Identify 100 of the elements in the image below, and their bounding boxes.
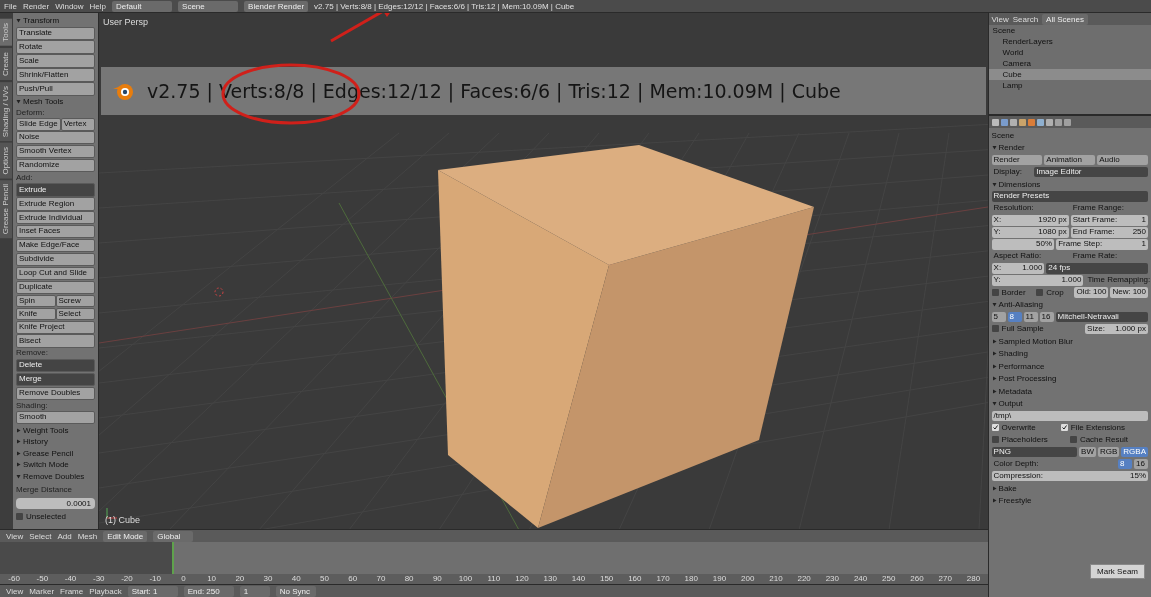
- toggle-button[interactable]: RGBA: [1121, 446, 1148, 457]
- tool-button[interactable]: Spin: [16, 294, 56, 307]
- outliner-item[interactable]: Camera: [988, 58, 1151, 69]
- start-field[interactable]: Start: 1: [127, 585, 178, 597]
- collapsed-triangle-icon[interactable]: [991, 338, 997, 344]
- number-field[interactable]: Compression: 15%: [991, 470, 1148, 481]
- tool-button[interactable]: Noise: [16, 131, 95, 145]
- number-field[interactable]: 0.0001: [16, 498, 95, 509]
- expanded-triangle-icon[interactable]: [16, 18, 21, 23]
- render-button[interactable]: Animation: [1044, 154, 1096, 165]
- tool-button[interactable]: Smooth: [16, 411, 95, 425]
- outliner-item[interactable]: Lamp: [988, 80, 1151, 91]
- tool-button[interactable]: Make Edge/Face: [16, 238, 95, 253]
- toggle-button[interactable]: 5: [991, 311, 1006, 322]
- tool-button[interactable]: Bisect: [16, 334, 95, 348]
- collapsed-triangle-icon[interactable]: [991, 485, 997, 491]
- toggle-button[interactable]: 11: [1023, 311, 1038, 322]
- panel-header[interactable]: Post Processing: [991, 373, 1148, 384]
- panel-header[interactable]: Weight Tools: [16, 424, 95, 436]
- panel-header[interactable]: Shading: [991, 348, 1148, 359]
- tool-button[interactable]: Inset Faces: [16, 224, 95, 239]
- panel-header[interactable]: Transform: [16, 15, 95, 26]
- tool-button[interactable]: Vertex: [60, 118, 95, 131]
- panel-header[interactable]: Switch Mode: [16, 459, 95, 471]
- outliner-item[interactable]: World: [988, 47, 1151, 58]
- panel-header[interactable]: Bake: [991, 482, 1148, 494]
- panel-header[interactable]: Freestyle: [991, 495, 1148, 506]
- expanded-triangle-icon[interactable]: [991, 401, 997, 406]
- end-field[interactable]: End: 250: [183, 585, 234, 597]
- number-field[interactable]: Y: 1080 px: [991, 227, 1069, 238]
- panel-header[interactable]: Render: [991, 142, 1148, 153]
- select-field[interactable]: PNG: [991, 446, 1078, 457]
- number-field[interactable]: Frame Step: 1: [1056, 239, 1148, 250]
- tool-button[interactable]: Duplicate: [16, 280, 95, 294]
- tool-button[interactable]: Shrink/Flatten: [16, 68, 95, 82]
- panel-header[interactable]: Performance: [991, 360, 1148, 372]
- tool-button[interactable]: Randomize: [16, 158, 95, 173]
- menu-item[interactable]: Window: [55, 1, 84, 11]
- expanded-triangle-icon[interactable]: [16, 474, 21, 479]
- cube-drawing[interactable]: [438, 145, 814, 528]
- number-field[interactable]: Y: 1.000: [991, 275, 1084, 286]
- select-field[interactable]: Mitchell-Netravali: [1055, 311, 1148, 322]
- menu-item[interactable]: Add: [57, 531, 72, 541]
- panel-header[interactable]: Metadata: [991, 385, 1148, 397]
- filter-select[interactable]: All Scenes: [1042, 13, 1088, 25]
- tool-tab[interactable]: Grease Pencil: [0, 180, 12, 239]
- expanded-triangle-icon[interactable]: [991, 145, 997, 150]
- select-field[interactable]: Render Presets: [991, 191, 1148, 202]
- toggle-button[interactable]: 16: [1039, 311, 1054, 322]
- toggle-button[interactable]: 8: [1007, 311, 1022, 322]
- number-field[interactable]: X: 1.000: [991, 263, 1045, 274]
- tool-button[interactable]: Rotate: [16, 40, 95, 54]
- checkbox[interactable]: [991, 288, 999, 296]
- tool-tab[interactable]: Options: [0, 142, 12, 179]
- menu-item[interactable]: Help: [89, 1, 107, 11]
- layout-select[interactable]: Default: [112, 0, 173, 12]
- outliner-item[interactable]: Scene: [988, 25, 1151, 36]
- expanded-triangle-icon[interactable]: [16, 99, 21, 105]
- menu-item[interactable]: Marker: [29, 586, 55, 596]
- number-field[interactable]: 50%: [991, 239, 1055, 250]
- toggle-button[interactable]: 16: [1134, 458, 1148, 469]
- checkbox[interactable]: [991, 325, 999, 333]
- tool-button[interactable]: Loop Cut and Slide: [16, 266, 95, 281]
- panel-header[interactable]: Anti-Aliasing: [991, 299, 1148, 310]
- menu-item[interactable]: Playback: [89, 586, 122, 596]
- checkbox[interactable]: [1060, 424, 1068, 432]
- toggle-button[interactable]: RGB: [1098, 446, 1120, 457]
- tool-tab[interactable]: Shading / UVs: [0, 81, 12, 141]
- tool-button[interactable]: Subdivide: [16, 252, 95, 267]
- menu-item[interactable]: View: [6, 586, 24, 596]
- number-field[interactable]: Size: 1.000 px: [1085, 323, 1148, 334]
- menu-item[interactable]: File: [4, 1, 17, 11]
- scene-select[interactable]: Scene: [178, 0, 239, 12]
- checkbox[interactable]: [991, 436, 999, 444]
- checkbox[interactable]: [1069, 436, 1077, 444]
- dropdown-button[interactable]: Merge: [16, 372, 95, 387]
- panel-header[interactable]: Output: [991, 398, 1148, 409]
- collapsed-triangle-icon[interactable]: [991, 388, 997, 394]
- checkbox[interactable]: [1036, 288, 1044, 296]
- outliner-item[interactable]: RenderLayers: [988, 36, 1151, 47]
- collapsed-triangle-icon[interactable]: [991, 351, 997, 356]
- toggle-button[interactable]: 8: [1118, 458, 1132, 469]
- menu-item[interactable]: Select: [29, 531, 52, 541]
- number-field[interactable]: End Frame: 250: [1070, 227, 1148, 238]
- expanded-triangle-icon[interactable]: [991, 302, 997, 307]
- tool-button[interactable]: Screw: [55, 294, 95, 307]
- tool-button[interactable]: Extrude Region: [16, 197, 95, 211]
- tool-button[interactable]: Smooth Vertex: [16, 144, 95, 159]
- select-field[interactable]: Image Editor: [1034, 166, 1148, 177]
- panel-header[interactable]: Dimensions: [991, 178, 1148, 190]
- toggle-button[interactable]: BW: [1079, 446, 1096, 457]
- tool-button[interactable]: Translate: [16, 26, 95, 40]
- tool-button[interactable]: Knife Project: [16, 320, 95, 334]
- path-field[interactable]: /tmp\: [991, 410, 1148, 421]
- collapsed-triangle-icon[interactable]: [991, 376, 997, 381]
- panel-header[interactable]: Mesh Tools: [16, 96, 95, 108]
- menu-item[interactable]: Frame: [60, 586, 84, 596]
- tool-button[interactable]: Knife: [16, 307, 56, 320]
- tool-button[interactable]: Slide Edge: [16, 118, 61, 131]
- number-field[interactable]: X: 1920 px: [991, 215, 1069, 226]
